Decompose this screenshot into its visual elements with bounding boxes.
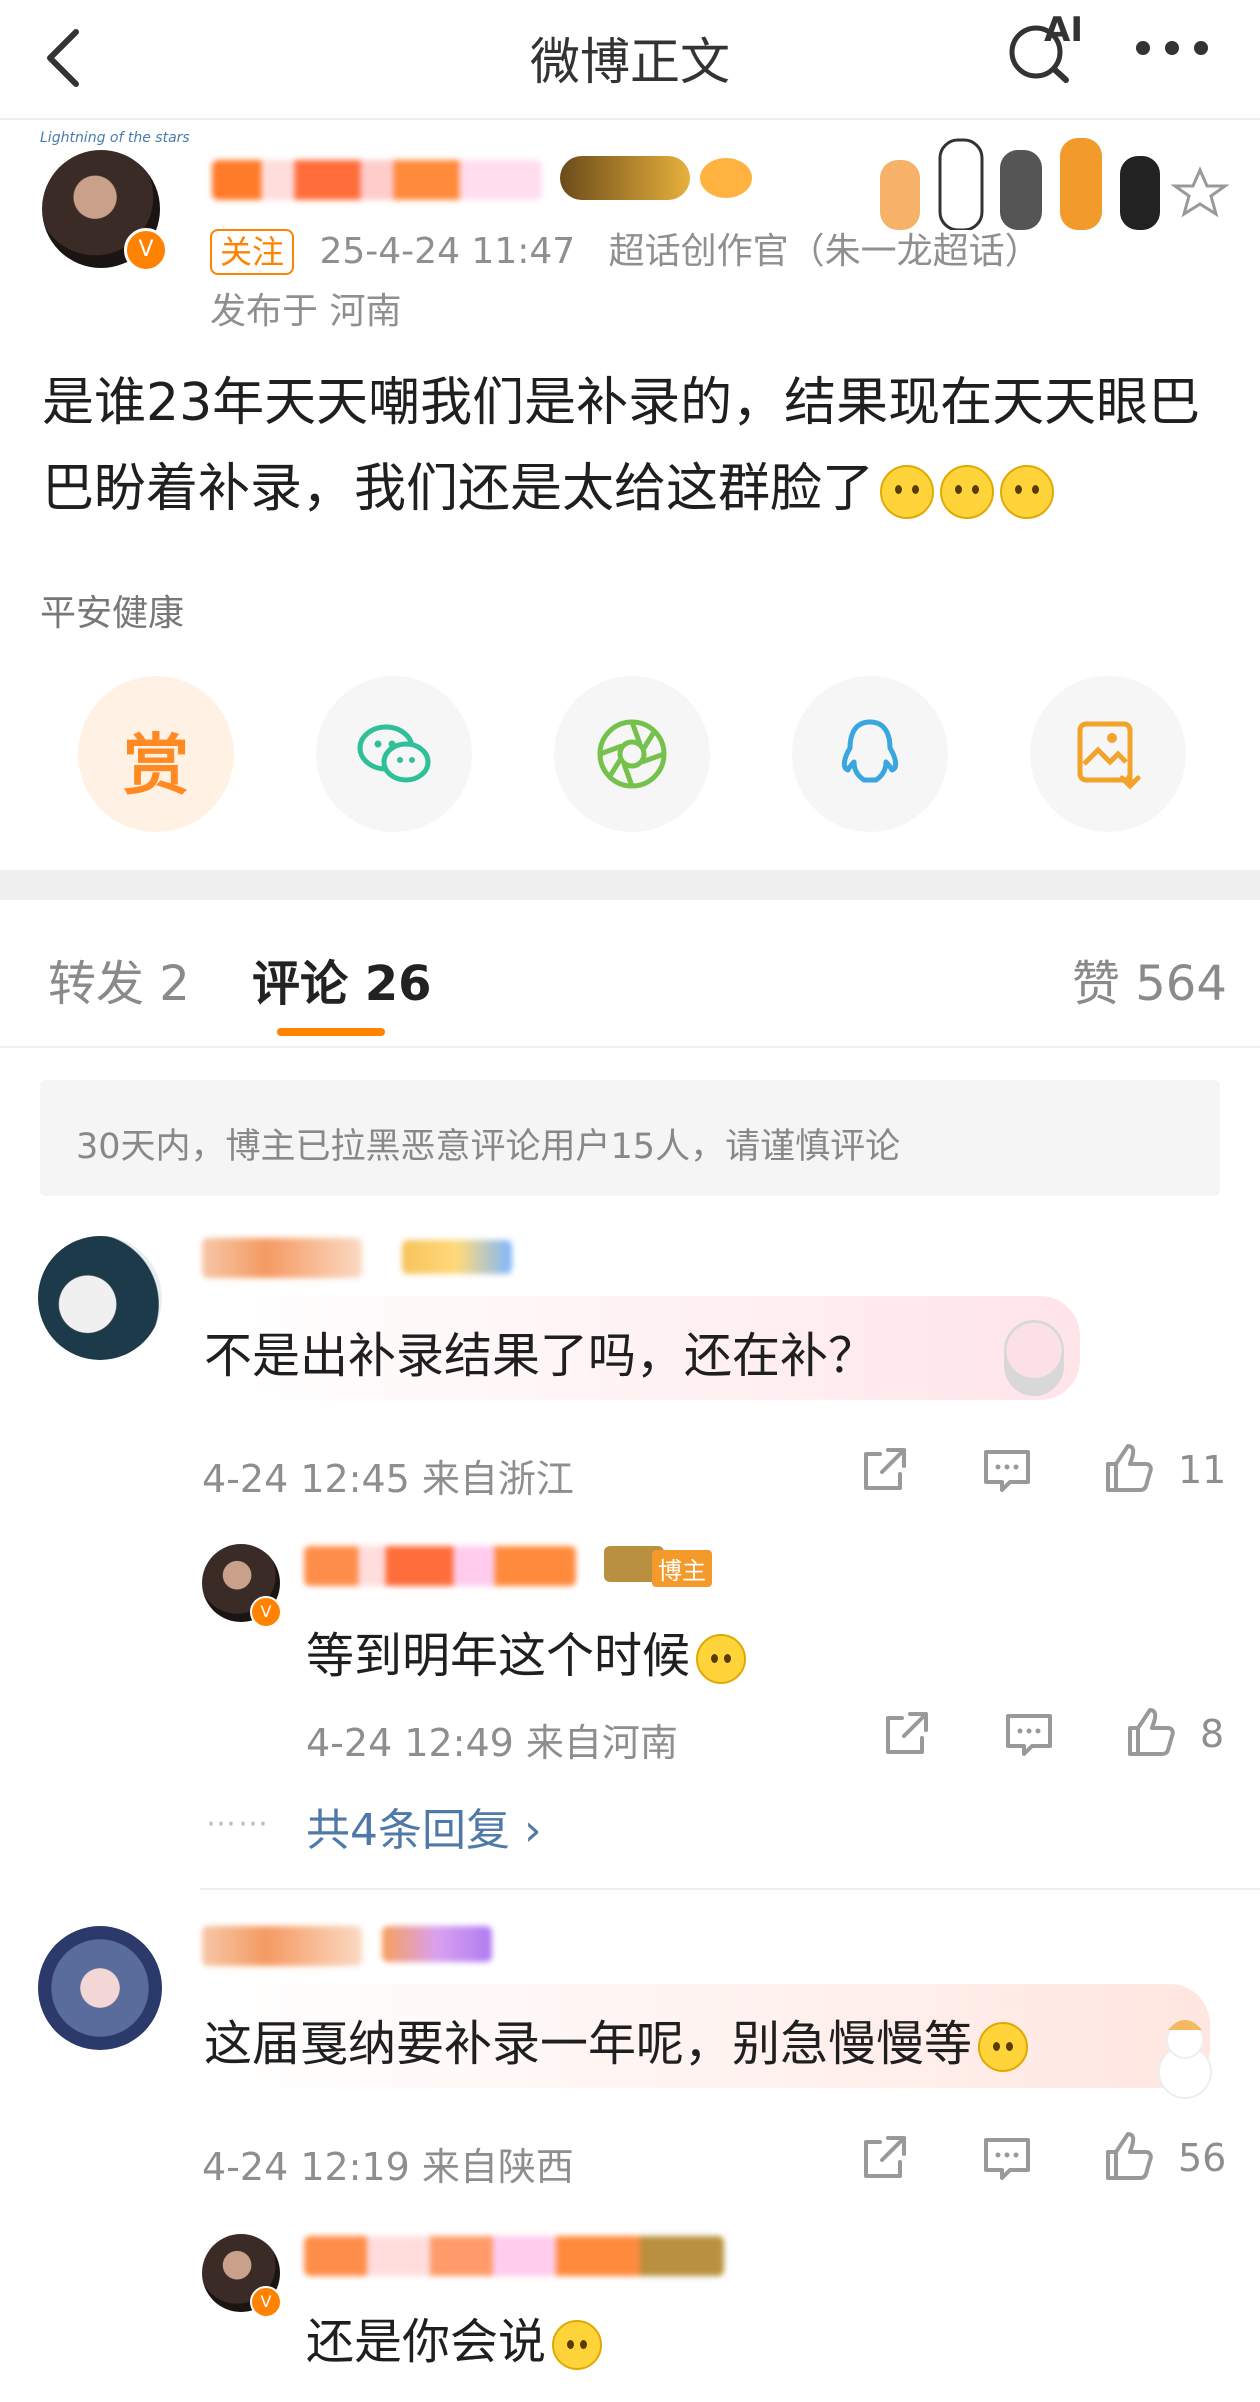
cat-paws-decoration-icon	[870, 120, 1230, 232]
tab-repost[interactable]: 转发 2	[48, 944, 190, 1014]
reply-author-name-redacted[interactable]	[304, 2236, 724, 2276]
active-tab-indicator	[277, 1028, 385, 1036]
comment-icon[interactable]	[980, 2132, 1034, 2184]
ai-label: AI	[1044, 10, 1083, 50]
share-icon[interactable]	[858, 2132, 910, 2184]
reply-meta: 4-24 12:49 来自河南	[306, 1721, 678, 1765]
more-button[interactable]	[1134, 38, 1210, 58]
commenter-badge-redacted	[382, 1926, 492, 1962]
comment-text: 这届戛纳要补录一年呢，别急慢慢等	[204, 2004, 1029, 2074]
commenter-name-redacted[interactable]	[202, 1926, 362, 1966]
section-divider	[0, 870, 1260, 900]
comment-text-content: 这届戛纳要补录一年呢，别急慢慢等	[204, 2016, 973, 2072]
emoji-group	[874, 459, 1055, 519]
wechat-icon	[357, 724, 431, 783]
verified-badge-icon: V	[250, 1596, 282, 1628]
verified-badge-icon: V	[250, 2286, 282, 2318]
comment-separator	[200, 1888, 1260, 1890]
reward-icon: 赏	[123, 727, 189, 804]
like-count: 56	[1178, 2136, 1227, 2180]
post-location: 发布于 河南	[210, 291, 402, 332]
bubble-snowman-icon	[1150, 2010, 1220, 2102]
author-name-redacted[interactable]	[212, 160, 542, 200]
commenter-avatar[interactable]	[38, 1236, 162, 1360]
commenter-name-redacted[interactable]	[202, 1238, 362, 1278]
tab-comments[interactable]: 评论 26	[252, 944, 432, 1014]
share-moments-button[interactable]	[554, 676, 710, 832]
post-meta: 关注 25-4-24 11:47 超话创作官（朱一龙超话）	[210, 222, 1041, 275]
pleading-emoji-icon	[1000, 465, 1055, 519]
thread-dots-icon: ⋯⋯	[206, 1806, 270, 1841]
commenter-badge-redacted	[402, 1240, 512, 1274]
level-badge-icon	[560, 156, 690, 200]
moments-icon	[597, 719, 667, 789]
follow-button[interactable]: 关注	[210, 229, 295, 275]
grin-emoji-icon	[978, 2022, 1029, 2072]
pleading-emoji-icon	[880, 465, 935, 519]
like-icon[interactable]	[1100, 2128, 1156, 2184]
top-bar: 微博正文 AI	[0, 0, 1260, 120]
fish-badge-icon	[700, 158, 752, 198]
reply-author-name-redacted[interactable]	[304, 1546, 576, 1586]
verified-badge-icon: V	[124, 228, 168, 272]
like-count: 11	[1178, 1448, 1227, 1492]
qq-icon	[841, 719, 899, 783]
tab-divider	[0, 1046, 1260, 1048]
share-wechat-button[interactable]	[316, 676, 472, 832]
share-icon[interactable]	[858, 1444, 910, 1496]
comment-meta: 4-24 12:19 来自陕西	[202, 2145, 574, 2189]
save-image-button[interactable]	[1030, 676, 1186, 832]
like-icon[interactable]	[1100, 1440, 1156, 1496]
tab-likes[interactable]: 赞 564	[1072, 944, 1227, 1014]
bubble-character-icon	[1004, 1320, 1064, 1396]
reply-text: 还是你会说	[306, 2302, 603, 2372]
like-icon[interactable]	[1122, 1704, 1178, 1760]
notice-text: 30天内，博主已拉黑恶意评论用户15人，请谨慎评论	[76, 1127, 901, 1167]
post-time: 25-4-24 11:47	[319, 231, 576, 272]
more-replies-link[interactable]: 共4条回复 ›	[306, 1794, 542, 1858]
share-icon[interactable]	[880, 1708, 932, 1760]
commenter-avatar[interactable]	[38, 1926, 162, 2050]
pleading-emoji-icon	[940, 465, 995, 519]
blocked-users-notice: 30天内，博主已拉黑恶意评论用户15人，请谨慎评论	[40, 1080, 1220, 1196]
grin-emoji-icon	[552, 2320, 603, 2370]
comment-icon[interactable]	[1002, 1708, 1056, 1760]
save-image-icon	[1077, 721, 1141, 790]
more-dots-icon	[1136, 41, 1208, 55]
comment-meta: 4-24 12:45 来自浙江	[202, 1457, 574, 1501]
like-count: 8	[1200, 1712, 1225, 1756]
author-badge: 博主	[652, 1550, 712, 1587]
comment-text: 不是出补录结果了吗，还在补？	[204, 1328, 877, 1384]
reward-button[interactable]: 赏	[78, 676, 234, 832]
comment-icon[interactable]	[980, 1444, 1034, 1496]
post-body: 是谁23年天天嘲我们是补录的，结果现在天天眼巴巴盼着补录，我们还是太给这群脸了	[42, 360, 1222, 532]
reply-text-content: 等到明年这个时候	[306, 1628, 691, 1684]
post-source[interactable]: 超话创作官（朱一龙超话）	[609, 231, 1041, 272]
ai-search-button[interactable]: AI	[1004, 10, 1084, 84]
reply-text: 等到明年这个时候	[306, 1616, 747, 1686]
post-topic-tag[interactable]: 平安健康	[40, 584, 184, 636]
reply-text-content: 还是你会说	[306, 2314, 547, 2370]
share-qq-button[interactable]	[792, 676, 948, 832]
grin-emoji-icon	[696, 1634, 747, 1684]
avatar-caption: Lightning of the stars	[40, 130, 190, 146]
